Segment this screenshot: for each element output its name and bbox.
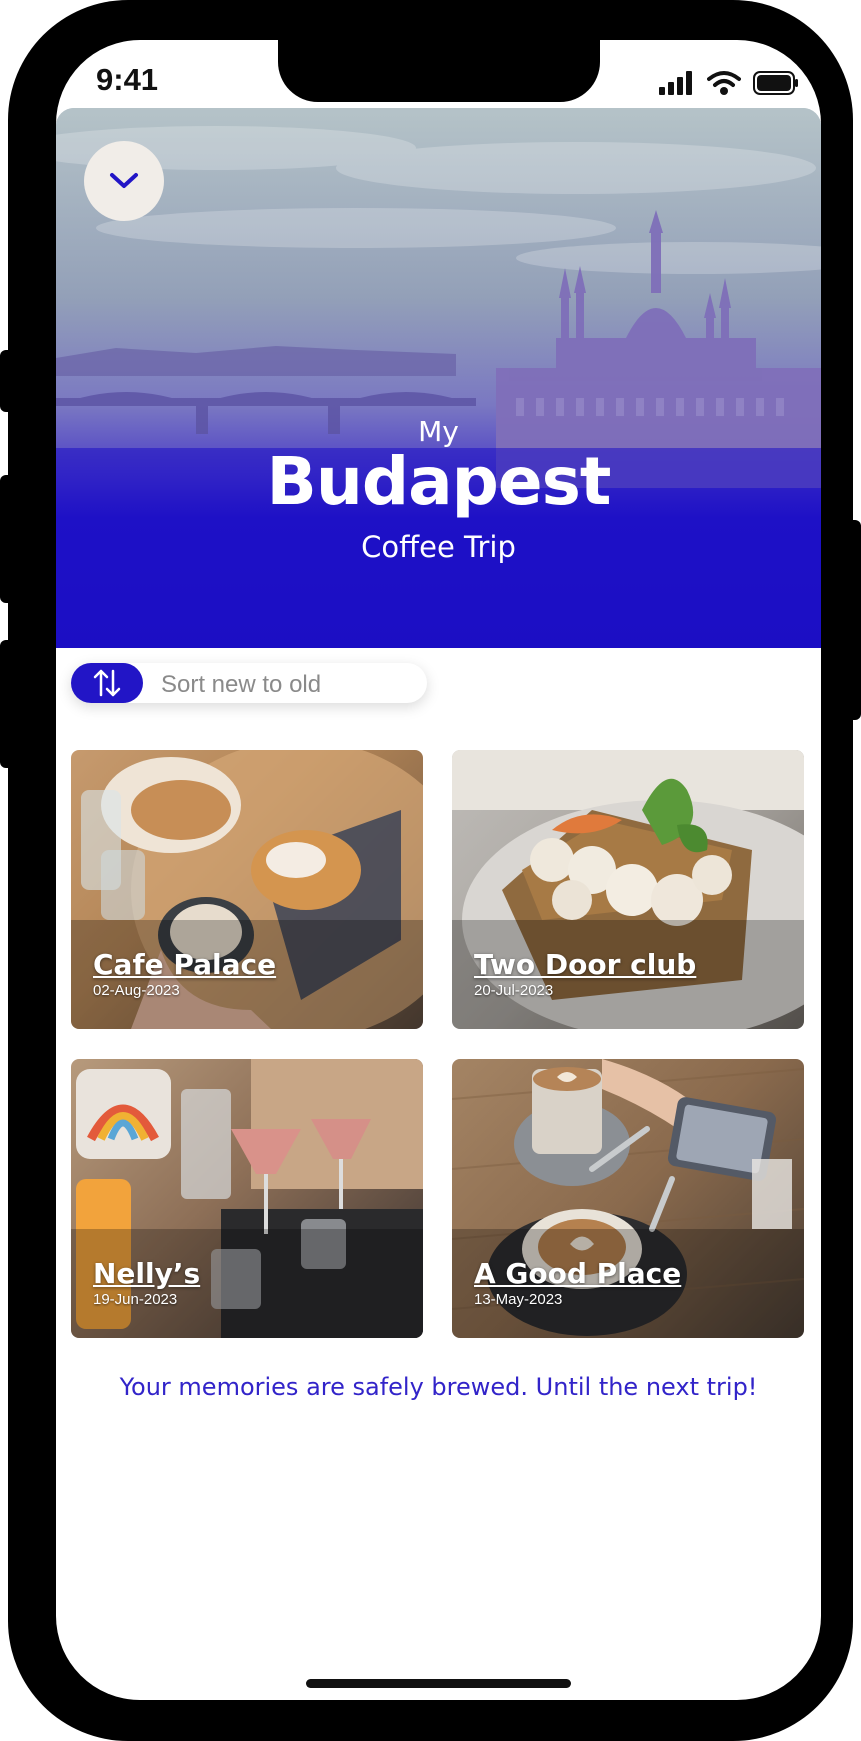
hero-subtitle: Coffee Trip <box>361 530 516 564</box>
memory-card-cafe-palace[interactable]: Cafe Palace 02-Aug-2023 <box>71 750 423 1029</box>
status-time: 9:41 <box>96 62 159 97</box>
memory-card-two-door-club[interactable]: Two Door club 20-Jul-2023 <box>452 750 804 1029</box>
footer-message: Your memories are safely brewed. Until t… <box>119 1373 758 1401</box>
hero-banner: My Budapest Coffee Trip <box>56 108 821 648</box>
chevron-down-icon <box>110 173 138 188</box>
card-date: 13-May-2023 <box>474 1291 563 1308</box>
memory-card-a-good-place[interactable]: A Good Place 13-May-2023 <box>452 1059 804 1338</box>
sort-icon-badge <box>71 663 143 703</box>
notch <box>278 40 600 102</box>
battery-icon <box>753 71 798 95</box>
signal-icon <box>659 71 692 95</box>
card-title: A Good Place <box>474 1257 682 1290</box>
status-icons <box>659 70 799 96</box>
card-date: 20-Jul-2023 <box>474 982 554 999</box>
card-title: Cafe Palace <box>93 948 277 981</box>
sort-label: Sort new to old <box>161 671 322 698</box>
phone-frame: 9:41 My Budapest Coffee Trip Sort new to… <box>8 0 853 1741</box>
sort-arrows-icon <box>93 669 121 697</box>
hero-title-budapest: Budapest <box>266 443 612 520</box>
budapest-skyline-image <box>56 108 821 648</box>
wifi-icon <box>707 71 741 95</box>
collapse-button[interactable] <box>84 141 164 221</box>
card-title: Nelly’s <box>93 1257 201 1290</box>
home-indicator[interactable] <box>306 1679 571 1688</box>
card-date: 19-Jun-2023 <box>93 1291 178 1308</box>
sort-toggle[interactable]: Sort new to old <box>71 663 427 703</box>
memory-card-nellys[interactable]: Nelly’s 19-Jun-2023 <box>71 1059 423 1338</box>
card-date: 02-Aug-2023 <box>93 982 180 999</box>
card-title: Two Door club <box>474 948 697 981</box>
screen: 9:41 My Budapest Coffee Trip Sort new to… <box>56 40 821 1700</box>
